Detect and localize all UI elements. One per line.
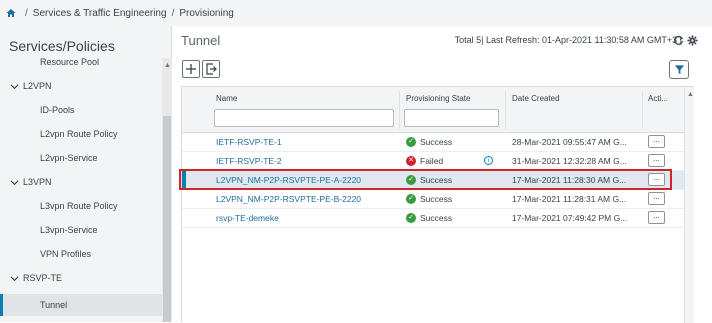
scroll-up-icon[interactable]: ▲ (164, 62, 171, 69)
sidebar-item-l2vpn-route-policy[interactable]: L2vpn Route Policy (0, 124, 162, 144)
table-row[interactable]: rsvp-TE-demeke ✓ Success 17-Mar-2021 07:… (182, 209, 684, 228)
sidebar-scrollbar-thumb[interactable] (163, 116, 171, 322)
sidebar-item-label: L2vpn Route Policy (40, 129, 118, 139)
column-divider (505, 91, 506, 129)
sidebar-tree: Resource Pool L2VPN ID-Pools L2vpn Route… (0, 58, 172, 322)
refresh-icon[interactable] (673, 35, 684, 46)
provisioning-state: ✓ Success (406, 213, 452, 223)
table-row[interactable]: L2VPN_NM-P2P-RSVPTE-PE-B-2220 ✓ Success … (182, 190, 684, 209)
date-created: 28-Mar-2021 09:55:47 AM G... (512, 137, 627, 147)
sidebar-title: Services/Policies (9, 38, 115, 54)
info-icon[interactable]: i (484, 156, 493, 165)
state-label: Success (420, 137, 453, 147)
more-actions-button[interactable]: ... (648, 154, 665, 167)
settings-icon[interactable] (687, 35, 698, 46)
sidebar-item-l3vpn-service[interactable]: L3vpn-Service (0, 220, 162, 240)
chevron-down-icon (10, 179, 19, 185)
sidebar-item-l3vpn-route-policy[interactable]: L3vpn Route Policy (0, 196, 162, 216)
more-actions-button[interactable]: ... (648, 192, 665, 205)
sidebar-item-resource-pool[interactable]: Resource Pool (0, 58, 162, 72)
chevron-down-icon (10, 83, 19, 89)
sidebar-group-rsvp-te[interactable]: RSVP-TE (0, 268, 162, 288)
sidebar-item-l2vpn-service[interactable]: L2vpn-Service (0, 148, 162, 168)
sidebar-item-vpn-profiles[interactable]: VPN Profiles (0, 244, 162, 264)
table-header: Name Provisioning State Date Created Act… (182, 87, 684, 133)
status-text: Total 5| Last Refresh: 01-Apr-2021 11:30… (454, 35, 682, 45)
chevron-down-icon (10, 275, 19, 281)
date-created: 17-Mar-2021 07:49:42 PM G... (512, 213, 628, 223)
home-icon[interactable] (6, 8, 16, 18)
state-label: Success (420, 213, 453, 223)
sidebar-item-label: Resource Pool (40, 58, 100, 67)
more-actions-button[interactable]: ... (648, 211, 665, 224)
sidebar-item-tunnel[interactable]: Tunnel (0, 294, 162, 316)
sidebar-item-label: Tunnel (40, 300, 68, 310)
sidebar-group-label: RSVP-TE (23, 273, 63, 283)
provisioning-state: ✕ Failed (406, 156, 443, 166)
highlight-box (179, 169, 672, 190)
table-row[interactable]: IETF-RSVP-TE-1 ✓ Success 28-Mar-2021 09:… (182, 133, 684, 152)
breadcrumb-separator: / (25, 7, 28, 19)
breadcrumb-separator: / (171, 7, 175, 19)
sidebar: Services/Policies Resource Pool L2VPN ID… (0, 26, 172, 322)
sidebar-group-l3vpn[interactable]: L3VPN (0, 172, 162, 192)
name-filter-input[interactable] (214, 109, 394, 127)
column-header-actions[interactable]: Acti... (648, 94, 668, 103)
provisioning-state: ✓ Success (406, 137, 452, 147)
add-button[interactable] (182, 60, 200, 78)
sidebar-group-l2vpn[interactable]: L2VPN (0, 76, 162, 96)
sidebar-item-label: L3vpn Route Policy (40, 201, 118, 211)
breadcrumb-provisioning[interactable]: Provisioning (179, 8, 233, 19)
sidebar-item-label: L3vpn-Service (40, 225, 98, 235)
success-icon: ✓ (406, 137, 416, 147)
sidebar-item-id-pools[interactable]: ID-Pools (0, 100, 162, 120)
sidebar-group-label: L2VPN (23, 81, 52, 91)
column-divider (399, 91, 400, 129)
tunnel-name-link[interactable]: IETF-RSVP-TE-2 (216, 156, 282, 166)
page-title: Tunnel (181, 33, 221, 48)
column-divider (642, 91, 643, 129)
filter-icon (674, 65, 684, 75)
filter-button[interactable] (669, 60, 689, 79)
tunnel-name-link[interactable]: IETF-RSVP-TE-1 (216, 137, 282, 147)
tunnel-table: Name Provisioning State Date Created Act… (181, 86, 694, 323)
sidebar-item-label: ID-Pools (40, 105, 75, 115)
breadcrumb: / Services & Traffic Engineering / Provi… (0, 0, 712, 26)
sidebar-scrollbar[interactable]: ▲ (162, 58, 172, 322)
date-created: 17-Mar-2021 11:28:31 AM G... (512, 194, 627, 204)
sidebar-group-label: L3VPN (23, 177, 52, 187)
column-header-date-created[interactable]: Date Created (512, 94, 560, 103)
date-created: 31-Mar-2021 12:32:28 AM G... (512, 156, 627, 166)
sidebar-item-label: L2vpn-Service (40, 153, 98, 163)
tunnel-name-link[interactable]: L2VPN_NM-P2P-RSVPTE-PE-B-2220 (216, 194, 361, 204)
tunnel-name-link[interactable]: rsvp-TE-demeke (216, 213, 279, 223)
export-button[interactable] (202, 60, 220, 78)
sidebar-item-label: VPN Profiles (40, 249, 92, 259)
provisioning-state: ✓ Success (406, 194, 452, 204)
column-header-name[interactable]: Name (216, 94, 237, 103)
success-icon: ✓ (406, 213, 416, 223)
breadcrumb-services[interactable]: Services & Traffic Engineering (33, 8, 167, 19)
export-icon (206, 63, 217, 75)
column-header-provisioning-state[interactable]: Provisioning State (406, 94, 470, 103)
state-filter-input[interactable] (404, 109, 499, 127)
add-icon (186, 64, 196, 74)
state-label: Success (420, 194, 453, 204)
success-icon: ✓ (406, 194, 416, 204)
table-scrollbar[interactable]: ▲ (684, 87, 694, 323)
state-label: Failed (420, 156, 444, 166)
scroll-up-icon[interactable]: ▲ (687, 91, 694, 98)
more-actions-button[interactable]: ... (648, 135, 665, 148)
failed-icon: ✕ (406, 156, 416, 166)
